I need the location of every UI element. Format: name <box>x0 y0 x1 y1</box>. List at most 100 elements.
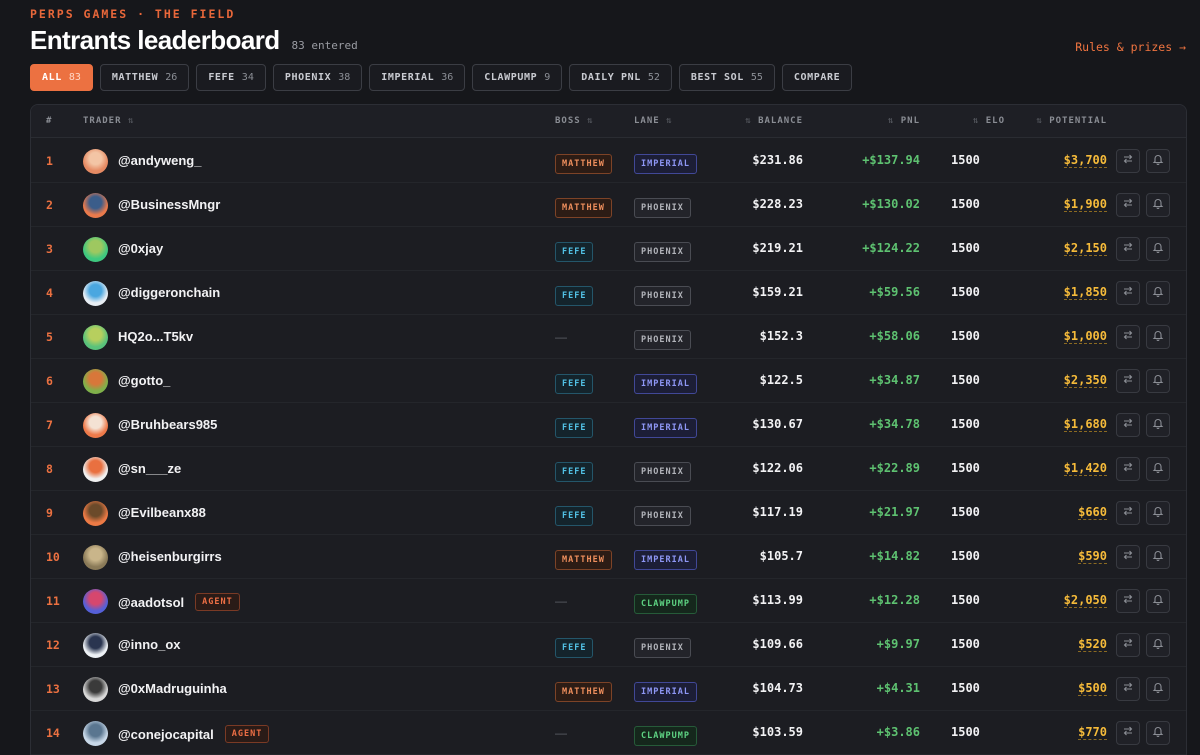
lane-cell: IMPERIAL <box>634 373 697 394</box>
page-title: Entrants leaderboard <box>30 25 280 55</box>
boss-cell: FEFE <box>555 417 594 438</box>
boss-cell: FEFE <box>555 637 594 658</box>
tab-phoenix[interactable]: PHOENIX 38 <box>272 64 363 91</box>
tab-clawpump[interactable]: CLAWPUMP 9 <box>472 64 563 91</box>
table-row[interactable]: 11 @aadotsol AGENT — CLAWPUMP $113.99 +$12.28 1… <box>31 579 1186 623</box>
trader-handle-cell[interactable]: @andyweng_ <box>118 153 201 168</box>
trader-handle-cell[interactable]: @heisenburgirrs <box>118 549 222 564</box>
sort-icon: ⇅ <box>587 116 594 126</box>
tab-all[interactable]: ALL 83 <box>30 64 93 91</box>
table-row[interactable]: 3 @0xjay FEFE PHOENIX $219.21 +$124.22 1500 $2,… <box>31 227 1186 271</box>
trader-handle-cell[interactable]: @0xMadruguinha <box>118 681 227 696</box>
notify-button[interactable] <box>1146 369 1170 393</box>
tab-imperial[interactable]: IMPERIAL 36 <box>369 64 466 91</box>
swap-icon <box>1122 328 1134 346</box>
trader-handle-cell[interactable]: @Bruhbears985 <box>118 417 217 432</box>
potential-value[interactable]: $3,700 <box>1063 153 1107 168</box>
notify-button[interactable] <box>1146 721 1170 745</box>
potential-value[interactable]: $1,420 <box>1063 461 1107 476</box>
compare-swap-button[interactable] <box>1116 325 1140 349</box>
trader-handle-cell[interactable]: @inno_ox <box>118 637 181 652</box>
potential-value[interactable]: $1,900 <box>1063 197 1107 212</box>
table-row[interactable]: 7 @Bruhbears985 FEFE IMPERIAL $130.67 +$34.78… <box>31 403 1186 447</box>
lane-cell: IMPERIAL <box>634 681 697 702</box>
notify-button[interactable] <box>1146 237 1170 261</box>
table-row[interactable]: 5 HQ2o...T5kv — PHOENIX $152.3 +$58.06 1500 $1,… <box>31 315 1186 359</box>
notify-button[interactable] <box>1146 589 1170 613</box>
potential-value[interactable]: $2,350 <box>1063 373 1107 388</box>
potential-value[interactable]: $520 <box>1078 637 1107 652</box>
compare-swap-button[interactable] <box>1116 193 1140 217</box>
compare-swap-button[interactable] <box>1116 281 1140 305</box>
notify-button[interactable] <box>1146 545 1170 569</box>
trader-handle-cell[interactable]: @Evilbeanx88 <box>118 505 206 520</box>
boss-cell: MATTHEW <box>555 197 612 218</box>
table-row[interactable]: 4 @diggeronchain FEFE PHOENIX $159.21 +$59.56… <box>31 271 1186 315</box>
tab-compare[interactable]: COMPARE <box>781 64 853 91</box>
tab-best-sol[interactable]: BEST SOL 55 <box>678 64 775 91</box>
trader-handle-cell[interactable]: HQ2o...T5kv <box>118 329 193 344</box>
table-row[interactable]: 8 @sn___ze FEFE PHOENIX $122.06 +$22.89 1500 $1… <box>31 447 1186 491</box>
trader-handle-cell[interactable]: @conejocapital AGENT <box>118 725 270 743</box>
col-lane-header[interactable]: LANE ⇅ <box>634 116 673 126</box>
table-row[interactable]: 1 @andyweng_ MATTHEW IMPERIAL $231.86 +$137.9… <box>31 139 1186 183</box>
rules-prizes-link[interactable]: Rules & prizes → <box>1075 40 1186 54</box>
trader-handle-cell[interactable]: @diggeronchain <box>118 285 220 300</box>
compare-swap-button[interactable] <box>1116 237 1140 261</box>
table-row[interactable]: 14 @conejocapital AGENT — CLAWPUMP $103.59 +$3… <box>31 711 1186 755</box>
tab-fefe[interactable]: FEFE 34 <box>196 64 266 91</box>
notify-button[interactable] <box>1146 457 1170 481</box>
col-potential-header[interactable]: ⇅ POTENTIAL <box>1036 116 1107 126</box>
lane-cell: CLAWPUMP <box>634 593 697 614</box>
compare-swap-button[interactable] <box>1116 457 1140 481</box>
lane-cell: IMPERIAL <box>634 549 697 570</box>
compare-swap-button[interactable] <box>1116 721 1140 745</box>
notify-button[interactable] <box>1146 413 1170 437</box>
compare-swap-button[interactable] <box>1116 677 1140 701</box>
potential-value[interactable]: $770 <box>1078 725 1107 740</box>
col-elo-header[interactable]: ⇅ ELO <box>973 116 1005 126</box>
col-trader-header[interactable]: TRADER ⇅ <box>83 116 134 126</box>
notify-button[interactable] <box>1146 281 1170 305</box>
compare-swap-button[interactable] <box>1116 589 1140 613</box>
potential-value[interactable]: $500 <box>1078 681 1107 696</box>
table-row[interactable]: 6 @gotto_ FEFE IMPERIAL $122.5 +$34.87 1500 $2,… <box>31 359 1186 403</box>
balance-value: $117.19 <box>752 505 803 519</box>
potential-value[interactable]: $2,050 <box>1063 593 1107 608</box>
tab-daily-pnl[interactable]: DAILY PNL 52 <box>569 64 672 91</box>
potential-value[interactable]: $1,680 <box>1063 417 1107 432</box>
notify-button[interactable] <box>1146 149 1170 173</box>
trader-handle-cell[interactable]: @sn___ze <box>118 461 181 476</box>
compare-swap-button[interactable] <box>1116 633 1140 657</box>
col-pnl-header[interactable]: ⇅ PNL <box>888 116 920 126</box>
potential-value[interactable]: $1,850 <box>1063 285 1107 300</box>
notify-button[interactable] <box>1146 677 1170 701</box>
notify-button[interactable] <box>1146 633 1170 657</box>
notify-button[interactable] <box>1146 501 1170 525</box>
tab-matthew[interactable]: MATTHEW 26 <box>99 64 190 91</box>
compare-swap-button[interactable] <box>1116 149 1140 173</box>
trader-handle-cell[interactable]: @gotto_ <box>118 373 170 388</box>
notify-button[interactable] <box>1146 325 1170 349</box>
table-row[interactable]: 9 @Evilbeanx88 FEFE PHOENIX $117.19 +$21.97 15… <box>31 491 1186 535</box>
table-row[interactable]: 2 @BusinessMngr MATTHEW PHOENIX $228.23 +$130… <box>31 183 1186 227</box>
col-balance-header[interactable]: ⇅ BALANCE <box>745 116 803 126</box>
trader-handle-cell[interactable]: @BusinessMngr <box>118 197 220 212</box>
table-row[interactable]: 10 @heisenburgirrs MATTHEW IMPERIAL $105.7 +$… <box>31 535 1186 579</box>
table-row[interactable]: 12 @inno_ox FEFE PHOENIX $109.66 +$9.97 1500 $5… <box>31 623 1186 667</box>
potential-value[interactable]: $660 <box>1078 505 1107 520</box>
potential-value[interactable]: $2,150 <box>1063 241 1107 256</box>
notify-button[interactable] <box>1146 193 1170 217</box>
potential-value[interactable]: $590 <box>1078 549 1107 564</box>
compare-swap-button[interactable] <box>1116 545 1140 569</box>
trader-handle-cell[interactable]: @aadotsol AGENT <box>118 593 240 611</box>
compare-swap-button[interactable] <box>1116 369 1140 393</box>
trader-handle: @andyweng_ <box>118 153 202 168</box>
trader-handle-cell[interactable]: @0xjay <box>118 241 163 256</box>
pnl-value: +$58.06 <box>869 329 920 343</box>
col-boss-header[interactable]: BOSS ⇅ <box>555 116 594 126</box>
compare-swap-button[interactable] <box>1116 413 1140 437</box>
table-row[interactable]: 13 @0xMadruguinha MATTHEW IMPERIAL $104.73 +$… <box>31 667 1186 711</box>
potential-value[interactable]: $1,000 <box>1063 329 1107 344</box>
compare-swap-button[interactable] <box>1116 501 1140 525</box>
